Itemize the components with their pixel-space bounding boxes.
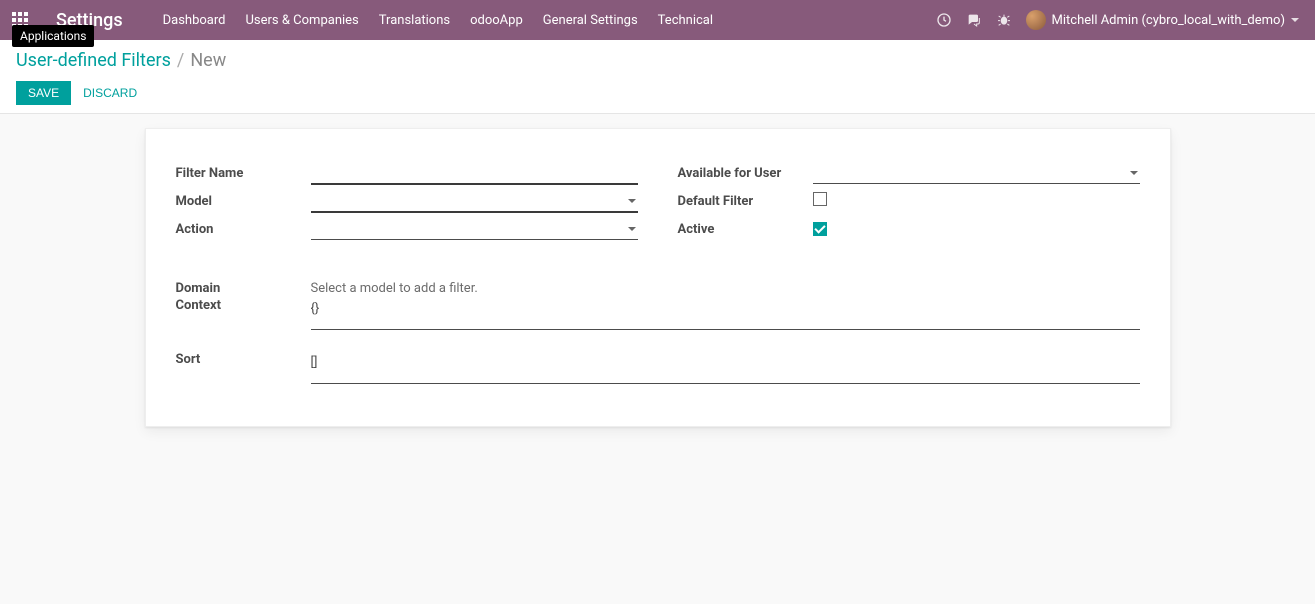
active-label: Active: [678, 222, 813, 237]
nav-item-translations[interactable]: Translations: [369, 0, 460, 40]
action-label: Action: [176, 222, 311, 237]
nav-item-technical[interactable]: Technical: [648, 0, 723, 40]
breadcrumb-parent[interactable]: User-defined Filters: [16, 50, 171, 71]
domain-hint: Select a model to add a filter.: [311, 281, 478, 296]
sort-input[interactable]: [311, 352, 1140, 384]
default-filter-label: Default Filter: [678, 194, 813, 209]
filter-name-input[interactable]: [311, 162, 638, 185]
nav-item-users-companies[interactable]: Users & Companies: [235, 0, 368, 40]
available-user-label: Available for User: [678, 166, 813, 181]
sort-label: Sort: [176, 352, 311, 388]
form-sheet: Filter Name Model Action: [145, 128, 1171, 427]
domain-label: Domain: [176, 281, 311, 296]
context-input[interactable]: [311, 298, 1140, 330]
left-column: Filter Name Model Action: [176, 159, 638, 243]
nav-left: Settings Dashboard Users & Companies Tra…: [0, 0, 723, 40]
discard-button[interactable]: DISCARD: [71, 81, 149, 105]
breadcrumb-current: New: [190, 50, 226, 71]
context-label: Context: [176, 298, 311, 334]
user-menu[interactable]: Mitchell Admin (cybro_local_with_demo): [1026, 10, 1299, 30]
save-button[interactable]: SAVE: [16, 81, 71, 105]
action-buttons: SAVE DISCARD: [16, 81, 1299, 105]
chevron-down-icon: [1130, 171, 1138, 175]
action-select[interactable]: [311, 218, 638, 240]
breadcrumb-separator: /: [177, 50, 184, 71]
chevron-down-icon: [1291, 18, 1299, 22]
nav-menu: Dashboard Users & Companies Translations…: [153, 0, 723, 40]
debug-icon[interactable]: [996, 12, 1012, 28]
breadcrumb: User-defined Filters / New: [16, 50, 1299, 71]
user-name: Mitchell Admin (cybro_local_with_demo): [1052, 13, 1285, 28]
chevron-down-icon: [628, 199, 636, 203]
nav-item-odooapp[interactable]: odooApp: [460, 0, 533, 40]
top-navbar: Settings Dashboard Users & Companies Tra…: [0, 0, 1315, 40]
control-panel: User-defined Filters / New SAVE DISCARD: [0, 40, 1315, 114]
chevron-down-icon: [628, 227, 636, 231]
discuss-icon[interactable]: [966, 12, 982, 28]
default-filter-checkbox[interactable]: [813, 192, 827, 206]
model-label: Model: [176, 194, 311, 209]
activity-icon[interactable]: [936, 12, 952, 28]
nav-item-general-settings[interactable]: General Settings: [533, 0, 648, 40]
active-checkbox[interactable]: [813, 222, 827, 236]
model-select[interactable]: [311, 190, 638, 213]
right-column: Available for User Default Filter Active: [678, 159, 1140, 243]
content-area: Filter Name Model Action: [0, 114, 1315, 467]
nav-item-dashboard[interactable]: Dashboard: [153, 0, 236, 40]
form-columns: Filter Name Model Action: [176, 159, 1140, 243]
tooltip-applications: Applications: [12, 25, 94, 47]
avatar: [1026, 10, 1046, 30]
available-user-select[interactable]: [813, 162, 1140, 184]
filter-name-label: Filter Name: [176, 166, 311, 181]
nav-right: Mitchell Admin (cybro_local_with_demo): [936, 10, 1299, 30]
